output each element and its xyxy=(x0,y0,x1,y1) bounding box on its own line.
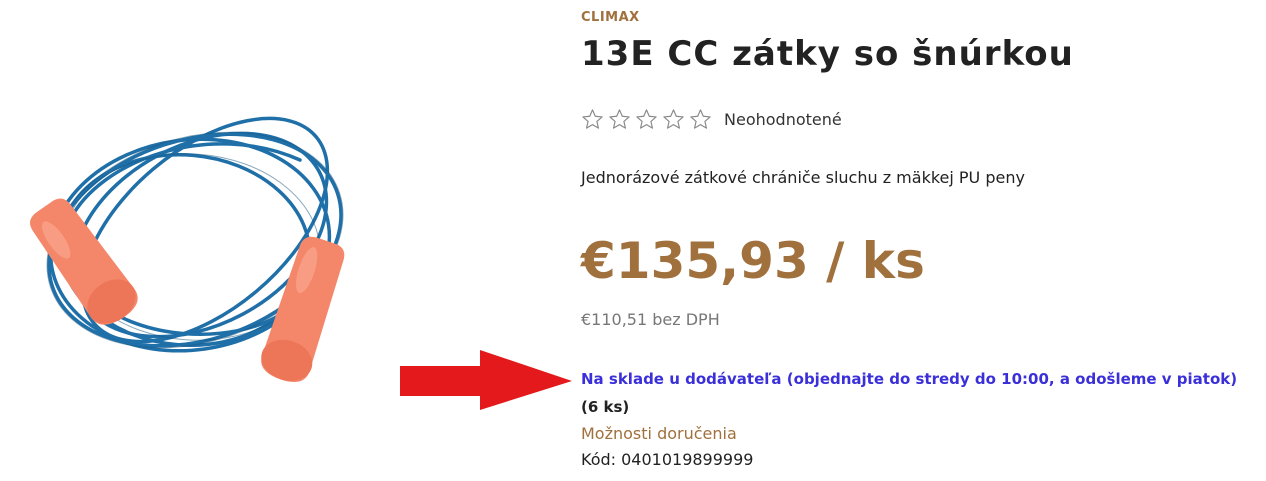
price-without-vat: €110,51 bez DPH xyxy=(581,310,720,329)
stock-status: Na sklade u dodávateľa (objednajte do st… xyxy=(581,370,1238,388)
star-empty-icon xyxy=(663,109,684,129)
rating-stars xyxy=(581,108,712,131)
short-description: Jednorázové zátkové chrániče sluchu z mä… xyxy=(581,168,1025,187)
rating[interactable]: Neohodnotené xyxy=(581,108,842,131)
product-page: CLIMAX 13E CC zátky so šnúrkou Neohodnot… xyxy=(0,0,1266,481)
delivery-options-link[interactable]: Možnosti doručenia xyxy=(581,424,737,443)
arrow-right-icon xyxy=(400,350,572,410)
brand-link[interactable]: CLIMAX xyxy=(581,10,640,25)
star-empty-icon xyxy=(582,109,603,129)
star-empty-icon xyxy=(636,109,657,129)
product-image[interactable] xyxy=(10,100,370,400)
product-code: Kód: 0401019899999 xyxy=(581,450,754,469)
price: €135,93 / ks xyxy=(581,232,925,290)
star-empty-icon xyxy=(609,109,630,129)
product-title: 13E CC zátky so šnúrkou xyxy=(581,34,1074,74)
rating-label: Neohodnotené xyxy=(724,110,842,129)
star-empty-icon xyxy=(690,109,711,129)
stock-quantity: (6 ks) xyxy=(581,398,630,416)
